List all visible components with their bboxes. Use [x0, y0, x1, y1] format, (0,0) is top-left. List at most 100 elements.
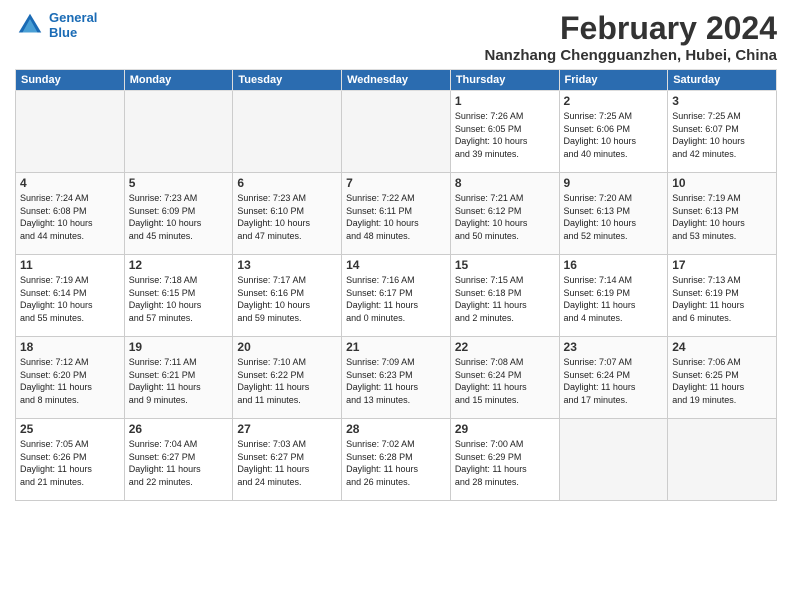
day-info: Sunrise: 7:03 AM Sunset: 6:27 PM Dayligh…	[237, 438, 337, 488]
day-number: 13	[237, 258, 337, 272]
calendar-cell: 8 Sunrise: 7:21 AM Sunset: 6:12 PM Daylig…	[450, 173, 559, 255]
page-subtitle: Nanzhang Chengguanzhen, Hubei, China	[485, 47, 778, 64]
day-number: 20	[237, 340, 337, 354]
day-number: 15	[455, 258, 555, 272]
day-info: Sunrise: 7:23 AM Sunset: 6:10 PM Dayligh…	[237, 192, 337, 242]
calendar-week-3: 11Sunrise: 7:19 AM Sunset: 6:14 PM Dayli…	[16, 255, 777, 337]
day-number: 6	[237, 176, 337, 190]
day-info: Sunrise: 7:04 AM Sunset: 6:27 PM Dayligh…	[129, 438, 229, 488]
calendar-cell: 13 Sunrise: 7:17 AM Sunset: 6:16 PM Dayli…	[233, 255, 342, 337]
day-info: Sunrise: 7:17 AM Sunset: 6:16 PM Dayligh…	[237, 274, 337, 324]
calendar-cell: 27Sunrise: 7:03 AM Sunset: 6:27 PM Dayli…	[233, 419, 342, 501]
day-number: 26	[129, 422, 229, 436]
calendar-cell: 1 Sunrise: 7:26 AM Sunset: 6:05 PM Daylig…	[450, 91, 559, 173]
day-number: 28	[346, 422, 446, 436]
day-info: Sunrise: 7:07 AM Sunset: 6:24 PM Dayligh…	[564, 356, 664, 406]
logo-text: General Blue	[49, 10, 97, 40]
day-info: Sunrise: 7:19 AM Sunset: 6:13 PM Dayligh…	[672, 192, 772, 242]
day-info: Sunrise: 7:05 AM Sunset: 6:26 PM Dayligh…	[20, 438, 120, 488]
calendar-cell: 9 Sunrise: 7:20 AM Sunset: 6:13 PM Daylig…	[559, 173, 668, 255]
calendar-week-2: 4 Sunrise: 7:24 AM Sunset: 6:08 PM Daylig…	[16, 173, 777, 255]
calendar-cell	[342, 91, 451, 173]
day-info: Sunrise: 7:21 AM Sunset: 6:12 PM Dayligh…	[455, 192, 555, 242]
calendar-cell: 4 Sunrise: 7:24 AM Sunset: 6:08 PM Daylig…	[16, 173, 125, 255]
calendar-cell: 6 Sunrise: 7:23 AM Sunset: 6:10 PM Daylig…	[233, 173, 342, 255]
calendar-cell: 14 Sunrise: 7:16 AM Sunset: 6:17 PM Dayli…	[342, 255, 451, 337]
day-number: 24	[672, 340, 772, 354]
calendar-cell: 26 Sunrise: 7:04 AM Sunset: 6:27 PM Dayli…	[124, 419, 233, 501]
day-number: 10	[672, 176, 772, 190]
calendar-cell: 23 Sunrise: 7:07 AM Sunset: 6:24 PM Dayli…	[559, 337, 668, 419]
calendar-week-5: 25Sunrise: 7:05 AM Sunset: 6:26 PM Dayli…	[16, 419, 777, 501]
day-number: 7	[346, 176, 446, 190]
calendar-cell: 7 Sunrise: 7:22 AM Sunset: 6:11 PM Daylig…	[342, 173, 451, 255]
day-number: 4	[20, 176, 120, 190]
day-number: 1	[455, 94, 555, 108]
day-number: 9	[564, 176, 664, 190]
day-number: 18	[20, 340, 120, 354]
calendar-cell: 19 Sunrise: 7:11 AM Sunset: 6:21 PM Dayli…	[124, 337, 233, 419]
calendar-cell: 3 Sunrise: 7:25 AM Sunset: 6:07 PM Daylig…	[668, 91, 777, 173]
day-info: Sunrise: 7:10 AM Sunset: 6:22 PM Dayligh…	[237, 356, 337, 406]
weekday-header-saturday: Saturday	[668, 70, 777, 91]
page-container: General Blue February 2024 Nanzhang Chen…	[0, 0, 792, 506]
day-info: Sunrise: 7:16 AM Sunset: 6:17 PM Dayligh…	[346, 274, 446, 324]
day-info: Sunrise: 7:14 AM Sunset: 6:19 PM Dayligh…	[564, 274, 664, 324]
calendar-cell: 21 Sunrise: 7:09 AM Sunset: 6:23 PM Dayli…	[342, 337, 451, 419]
calendar-cell	[559, 419, 668, 501]
day-number: 14	[346, 258, 446, 272]
day-info: Sunrise: 7:25 AM Sunset: 6:06 PM Dayligh…	[564, 110, 664, 160]
calendar-cell: 22Sunrise: 7:08 AM Sunset: 6:24 PM Dayli…	[450, 337, 559, 419]
calendar-cell: 24 Sunrise: 7:06 AM Sunset: 6:25 PM Dayli…	[668, 337, 777, 419]
page-title: February 2024	[485, 10, 778, 47]
day-info: Sunrise: 7:24 AM Sunset: 6:08 PM Dayligh…	[20, 192, 120, 242]
calendar-cell: 18 Sunrise: 7:12 AM Sunset: 6:20 PM Dayli…	[16, 337, 125, 419]
day-number: 8	[455, 176, 555, 190]
day-info: Sunrise: 7:23 AM Sunset: 6:09 PM Dayligh…	[129, 192, 229, 242]
header: General Blue February 2024 Nanzhang Chen…	[15, 10, 777, 64]
day-info: Sunrise: 7:02 AM Sunset: 6:28 PM Dayligh…	[346, 438, 446, 488]
day-number: 22	[455, 340, 555, 354]
day-number: 16	[564, 258, 664, 272]
day-info: Sunrise: 7:25 AM Sunset: 6:07 PM Dayligh…	[672, 110, 772, 160]
weekday-header-wednesday: Wednesday	[342, 70, 451, 91]
day-info: Sunrise: 7:00 AM Sunset: 6:29 PM Dayligh…	[455, 438, 555, 488]
day-info: Sunrise: 7:09 AM Sunset: 6:23 PM Dayligh…	[346, 356, 446, 406]
day-number: 3	[672, 94, 772, 108]
calendar-cell: 17Sunrise: 7:13 AM Sunset: 6:19 PM Dayli…	[668, 255, 777, 337]
weekday-header-row: SundayMondayTuesdayWednesdayThursdayFrid…	[16, 70, 777, 91]
weekday-header-thursday: Thursday	[450, 70, 559, 91]
day-info: Sunrise: 7:20 AM Sunset: 6:13 PM Dayligh…	[564, 192, 664, 242]
calendar-cell: 11Sunrise: 7:19 AM Sunset: 6:14 PM Dayli…	[16, 255, 125, 337]
weekday-header-tuesday: Tuesday	[233, 70, 342, 91]
calendar-week-4: 18 Sunrise: 7:12 AM Sunset: 6:20 PM Dayli…	[16, 337, 777, 419]
day-number: 12	[129, 258, 229, 272]
calendar-cell	[124, 91, 233, 173]
logo-icon	[15, 10, 45, 40]
calendar-cell: 12 Sunrise: 7:18 AM Sunset: 6:15 PM Dayli…	[124, 255, 233, 337]
day-info: Sunrise: 7:22 AM Sunset: 6:11 PM Dayligh…	[346, 192, 446, 242]
day-number: 11	[20, 258, 120, 272]
day-info: Sunrise: 7:26 AM Sunset: 6:05 PM Dayligh…	[455, 110, 555, 160]
calendar-cell: 29 Sunrise: 7:00 AM Sunset: 6:29 PM Dayli…	[450, 419, 559, 501]
calendar-cell: 28 Sunrise: 7:02 AM Sunset: 6:28 PM Dayli…	[342, 419, 451, 501]
day-number: 23	[564, 340, 664, 354]
calendar-cell: 20 Sunrise: 7:10 AM Sunset: 6:22 PM Dayli…	[233, 337, 342, 419]
day-info: Sunrise: 7:12 AM Sunset: 6:20 PM Dayligh…	[20, 356, 120, 406]
day-number: 17	[672, 258, 772, 272]
calendar-cell	[668, 419, 777, 501]
calendar-cell	[233, 91, 342, 173]
logo: General Blue	[15, 10, 97, 40]
weekday-header-monday: Monday	[124, 70, 233, 91]
day-info: Sunrise: 7:18 AM Sunset: 6:15 PM Dayligh…	[129, 274, 229, 324]
day-number: 21	[346, 340, 446, 354]
day-info: Sunrise: 7:15 AM Sunset: 6:18 PM Dayligh…	[455, 274, 555, 324]
day-number: 29	[455, 422, 555, 436]
day-info: Sunrise: 7:11 AM Sunset: 6:21 PM Dayligh…	[129, 356, 229, 406]
calendar-cell	[16, 91, 125, 173]
calendar-cell: 25Sunrise: 7:05 AM Sunset: 6:26 PM Dayli…	[16, 419, 125, 501]
day-number: 19	[129, 340, 229, 354]
day-info: Sunrise: 7:06 AM Sunset: 6:25 PM Dayligh…	[672, 356, 772, 406]
calendar-cell: 5Sunrise: 7:23 AM Sunset: 6:09 PM Daylig…	[124, 173, 233, 255]
day-number: 2	[564, 94, 664, 108]
